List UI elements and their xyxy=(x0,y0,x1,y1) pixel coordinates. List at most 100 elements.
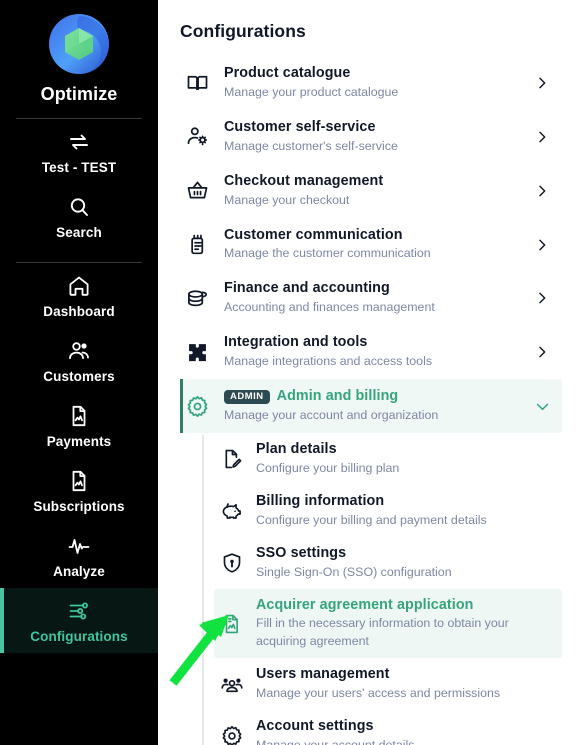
config-subrow-text: SSO settings Single Sign-On (SSO) config… xyxy=(256,545,552,581)
config-row-text: Checkout management Manage your checkout xyxy=(224,173,532,209)
chevron-right-icon[interactable] xyxy=(532,290,552,306)
customers-icon xyxy=(67,339,91,363)
admin-and-billing-sublist: Plan details Configure your billing plan… xyxy=(180,433,562,745)
puzzle-icon xyxy=(184,339,210,365)
sidebar-item-label: Subscriptions xyxy=(33,499,125,514)
config-subrow-subtitle: Fill in the necessary information to obt… xyxy=(256,616,509,649)
config-subrow-billing-information[interactable]: Billing information Configure your billi… xyxy=(214,485,562,537)
sidebar-item-label: Search xyxy=(56,225,102,240)
sliders-icon xyxy=(67,599,91,623)
sidebar-item-configurations[interactable]: Configurations xyxy=(0,588,158,653)
config-row-subtitle: Manage your account and organization xyxy=(224,408,439,423)
sidebar-item-label: Configurations xyxy=(30,629,128,644)
coins-stack-icon xyxy=(184,285,210,311)
sidebar-item-label: Dashboard xyxy=(43,304,115,319)
config-subrow-title: Billing information xyxy=(256,492,385,509)
config-row-admin-and-billing[interactable]: ADMIN Admin and billing Manage your acco… xyxy=(180,379,562,434)
config-row-text: ADMIN Admin and billing Manage your acco… xyxy=(224,388,532,424)
config-row-text: Customer communication Manage the custom… xyxy=(224,227,532,263)
sidebar-item-analyze[interactable]: Analyze xyxy=(0,523,158,588)
config-subrow-text: Plan details Configure your billing plan xyxy=(256,441,552,477)
home-icon xyxy=(67,274,91,298)
config-row-title: Admin and billing xyxy=(276,388,399,405)
config-row-subtitle: Manage the customer communication xyxy=(224,246,431,261)
shield-key-icon xyxy=(220,551,244,575)
config-subrow-text: Acquirer agreement application Fill in t… xyxy=(256,597,552,651)
config-row-text: Finance and accounting Accounting and fi… xyxy=(224,280,532,316)
brand-block: Optimize xyxy=(0,8,158,105)
chevron-right-icon[interactable] xyxy=(532,237,552,253)
configurations-panel: Configurations Product catalogue Manage … xyxy=(158,0,580,745)
config-subrow-users-management[interactable]: Users management Manage your users' acce… xyxy=(214,658,562,710)
config-row-subtitle: Manage customer's self-service xyxy=(224,138,398,153)
sidebar-item-label: Analyze xyxy=(53,564,105,579)
config-row-finance-and-accounting[interactable]: Finance and accounting Accounting and fi… xyxy=(180,271,562,325)
chevron-right-icon[interactable] xyxy=(532,75,552,91)
config-row-title: Checkout management xyxy=(224,172,384,189)
sidebar: Optimize Test - TEST Search Dashboard Cu… xyxy=(0,0,158,745)
book-icon xyxy=(184,70,210,96)
config-row-product-catalogue[interactable]: Product catalogue Manage your product ca… xyxy=(180,56,562,110)
person-gear-icon xyxy=(184,124,210,150)
config-subrow-plan-details[interactable]: Plan details Configure your billing plan xyxy=(214,433,562,485)
config-row-customer-self-service[interactable]: Customer self-service Manage customer's … xyxy=(180,110,562,164)
config-row-integration-and-tools[interactable]: Integration and tools Manage integration… xyxy=(180,325,562,379)
config-subrow-text: Users management Manage your users' acce… xyxy=(256,666,552,702)
config-subrow-sso-settings[interactable]: SSO settings Single Sign-On (SSO) config… xyxy=(214,537,562,589)
piggy-bank-icon xyxy=(220,499,244,523)
basket-icon xyxy=(184,178,210,204)
document-chart-icon xyxy=(67,469,91,493)
config-subrow-title: Acquirer agreement application xyxy=(256,596,474,613)
config-subrow-subtitle: Configure your billing plan xyxy=(256,460,400,475)
config-row-title: Product catalogue xyxy=(224,65,351,81)
config-subrow-text: Billing information Configure your billi… xyxy=(256,493,552,529)
switch-arrows-icon xyxy=(67,130,91,154)
config-subrow-title: SSO settings xyxy=(256,544,347,561)
sidebar-item-search[interactable]: Search xyxy=(0,184,158,249)
chevron-right-icon[interactable] xyxy=(532,344,552,360)
config-subrow-account-settings[interactable]: Account settings Manage your account det… xyxy=(214,710,562,745)
app-root: Optimize Test - TEST Search Dashboard Cu… xyxy=(0,0,580,745)
config-subrow-title: Plan details xyxy=(256,441,337,458)
chevron-right-icon[interactable] xyxy=(532,183,552,199)
config-row-title: Integration and tools xyxy=(224,334,368,351)
pulse-icon xyxy=(67,534,91,558)
config-row-title: Customer communication xyxy=(224,226,403,243)
config-row-text: Customer self-service Manage customer's … xyxy=(224,119,532,155)
sidebar-item-dashboard[interactable]: Dashboard xyxy=(0,263,158,328)
sidebar-item-subscriptions[interactable]: Subscriptions xyxy=(0,458,158,523)
config-subrow-text: Account settings Manage your account det… xyxy=(256,718,552,745)
chevron-right-icon[interactable] xyxy=(532,129,552,145)
sidebar-item-label: Test - TEST xyxy=(41,160,117,175)
page-title: Configurations xyxy=(180,21,306,41)
brand-name: Optimize xyxy=(40,84,118,104)
config-row-customer-communication[interactable]: Customer communication Manage the custom… xyxy=(180,218,562,272)
config-row-subtitle: Accounting and finances management xyxy=(224,300,435,315)
config-subrow-acquirer-agreement-application[interactable]: Acquirer agreement application Fill in t… xyxy=(214,588,562,659)
sidebar-item-test-test[interactable]: Test - TEST xyxy=(0,119,158,184)
sidebar-item-customers[interactable]: Customers xyxy=(0,328,158,393)
config-row-title: Customer self-service xyxy=(224,118,376,135)
config-subrow-title: Users management xyxy=(256,666,390,683)
config-subrow-subtitle: Manage your account details xyxy=(256,738,414,745)
document-edit-icon xyxy=(220,447,244,471)
gear-icon xyxy=(184,393,210,419)
users-group-icon xyxy=(220,672,244,696)
sidebar-item-payments[interactable]: Payments xyxy=(0,393,158,458)
config-row-title-wrap: ADMIN Admin and billing xyxy=(224,388,532,406)
config-subrow-subtitle: Single Sign-On (SSO) configuration xyxy=(256,564,452,579)
config-subrow-subtitle: Manage your users' access and permission… xyxy=(256,686,501,701)
config-row-subtitle: Manage your product catalogue xyxy=(224,84,399,99)
megaphone-icon xyxy=(184,232,210,258)
document-chart-icon xyxy=(67,404,91,428)
status-badge: ADMIN xyxy=(224,389,270,405)
config-subrow-subtitle: Configure your billing and payment detai… xyxy=(256,512,487,527)
config-subrow-title: Account settings xyxy=(256,718,374,735)
document-signature-icon xyxy=(220,612,244,636)
search-icon xyxy=(67,195,91,219)
chevron-down-icon[interactable] xyxy=(532,398,552,415)
config-row-subtitle: Manage your checkout xyxy=(224,192,350,207)
config-row-checkout-management[interactable]: Checkout management Manage your checkout xyxy=(180,164,562,218)
config-row-text: Integration and tools Manage integration… xyxy=(224,334,532,370)
config-row-title: Finance and accounting xyxy=(224,280,390,297)
